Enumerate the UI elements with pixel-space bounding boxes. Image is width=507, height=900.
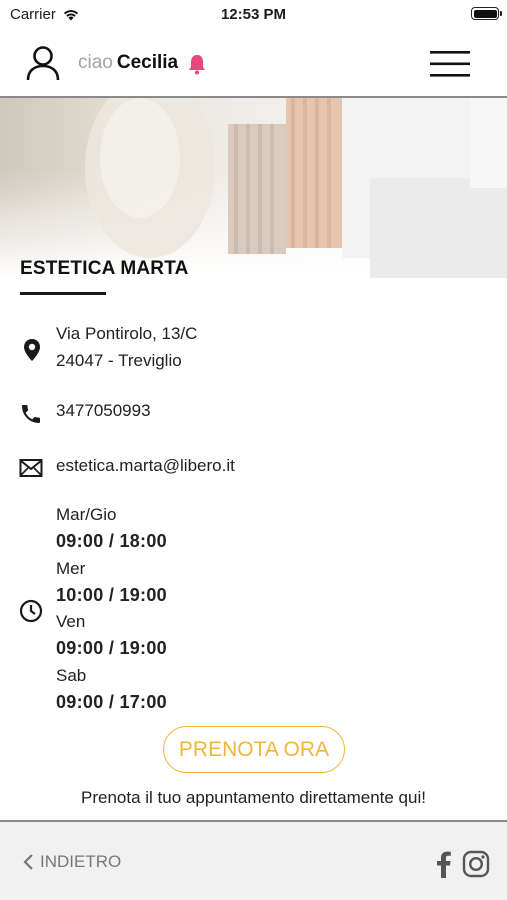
hours-time-3: 09:00 / 19:00 (56, 638, 167, 658)
phone-icon (22, 405, 40, 423)
back-button[interactable]: INDIETRO (22, 852, 121, 872)
hours-days-4: Sab (56, 666, 87, 685)
chevron-left-icon (23, 854, 33, 870)
booking-note: Prenota il tuo appuntamento direttamente… (81, 788, 426, 807)
candles-illustration (85, 98, 507, 278)
hours-days-2: Mer (56, 559, 86, 578)
hero-image (0, 98, 507, 278)
user-name: Cecilia (116, 52, 179, 73)
clock: 12:53 PM (220, 6, 287, 23)
hours-time-4: 09:00 / 17:00 (56, 692, 167, 712)
address-line-2: 24047 - Treviglio (56, 351, 182, 370)
greeting-text: ciao (78, 52, 113, 73)
book-now-button[interactable]: PRENOTA ORA (163, 726, 345, 773)
clock-icon (19, 599, 43, 623)
greeting: ciao Cecilia (78, 52, 178, 74)
user-icon[interactable] (24, 44, 62, 82)
mail-icon (19, 459, 43, 477)
battery-icon (471, 7, 502, 20)
app-header: ciao Cecilia (0, 28, 507, 98)
back-label: INDIETRO (40, 852, 122, 871)
salon-name: ESTETICA MARTA (20, 258, 189, 279)
status-bar: Carrier 12:53 PM (0, 0, 507, 28)
instagram-icon[interactable] (462, 850, 490, 878)
facebook-icon[interactable] (433, 850, 453, 878)
hours-days-3: Ven (56, 612, 86, 631)
hours-time-2: 10:00 / 19:00 (56, 585, 167, 605)
email-address[interactable]: estetica.marta@libero.it (56, 456, 235, 476)
address-line-1: Via Pontirolo, 13/C (56, 324, 198, 343)
footer-bar: INDIETRO (0, 820, 507, 900)
phone-number[interactable]: 3477050993 (56, 401, 151, 421)
hamburger-menu-icon[interactable] (430, 50, 470, 78)
location-pin-icon (24, 339, 40, 361)
hours-days-1: Mar/Gio (56, 505, 117, 524)
title-underline (20, 292, 106, 295)
bell-icon[interactable] (186, 53, 208, 75)
hours-time-1: 09:00 / 18:00 (56, 531, 167, 551)
